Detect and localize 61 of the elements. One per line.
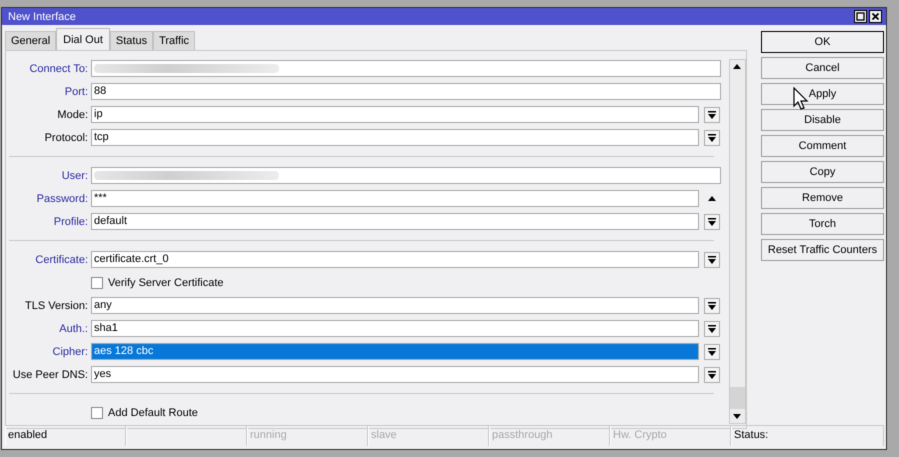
field-label: Port: <box>64 86 89 98</box>
field-label: Mode: <box>56 108 89 120</box>
input-field[interactable] <box>91 167 721 184</box>
status-cell: passthrough <box>489 426 610 446</box>
button[interactable]: Copy <box>761 161 884 183</box>
tab[interactable]: Status <box>110 31 154 50</box>
mouse-cursor-icon <box>793 87 809 111</box>
input-field[interactable]: default <box>91 213 699 230</box>
dropdown-icon[interactable] <box>704 106 720 122</box>
checkbox[interactable] <box>91 406 103 418</box>
input-field[interactable]: tcp <box>91 129 699 146</box>
status-cell: running <box>247 426 368 446</box>
field-label: Profile: <box>52 216 89 228</box>
close-icon[interactable] <box>869 10 882 23</box>
status-cell: slave <box>368 426 489 446</box>
checkbox-label: Add Default Route <box>108 406 198 418</box>
tab[interactable]: Traffic <box>153 31 196 50</box>
button[interactable]: Reset Traffic Counters <box>761 239 884 261</box>
field-label: Auth.: <box>58 322 89 334</box>
input-field[interactable]: certificate.crt_0 <box>91 251 699 268</box>
scroll-thumb[interactable] <box>730 387 745 409</box>
dropdown-icon[interactable] <box>704 320 720 336</box>
status-cell: Status: <box>731 426 884 446</box>
tab[interactable]: Dial Out <box>56 28 110 50</box>
button[interactable]: Disable <box>761 109 884 131</box>
button[interactable]: OK <box>761 31 884 53</box>
input-field[interactable]: *** <box>91 190 699 207</box>
checkbox[interactable] <box>91 276 103 288</box>
field-label: Connect To: <box>28 62 89 74</box>
status-cell: enabled <box>5 426 126 446</box>
dropdown-icon[interactable] <box>704 366 720 382</box>
dropdown-icon[interactable] <box>704 298 720 314</box>
button[interactable]: Apply <box>761 83 884 105</box>
field-label: User: <box>60 170 89 182</box>
window-title: New Interface <box>8 10 76 22</box>
field-label: Protocol: <box>44 132 89 144</box>
dropdown-icon[interactable] <box>704 130 720 146</box>
field-label: Password: <box>36 192 89 204</box>
field-label: TLS Version: <box>24 300 89 312</box>
field-label: Certificate: <box>34 254 89 266</box>
scrollbar[interactable] <box>729 59 746 424</box>
button[interactable]: Remove <box>761 187 884 209</box>
button[interactable]: Cancel <box>761 57 884 79</box>
input-field[interactable]: 88 <box>91 83 721 100</box>
input-field[interactable]: any <box>91 297 699 314</box>
field-label: Cipher: <box>52 346 89 358</box>
input-field[interactable]: sha1 <box>91 320 699 337</box>
input-field[interactable]: yes <box>91 366 699 383</box>
checkbox-label: Verify Server Certificate <box>108 276 224 288</box>
dropdown-icon[interactable] <box>704 344 720 360</box>
maximize-icon[interactable] <box>854 10 867 23</box>
input-field[interactable]: aes 128 cbc <box>91 343 699 360</box>
dropdown-icon[interactable] <box>704 214 720 230</box>
dropdown-icon[interactable] <box>704 252 720 268</box>
field-label: Use Peer DNS: <box>12 368 89 380</box>
button[interactable]: Comment <box>761 135 884 157</box>
button[interactable]: Torch <box>761 213 884 235</box>
status-cell: Hw. Crypto <box>610 426 731 446</box>
input-field[interactable] <box>91 60 721 77</box>
tab[interactable]: General <box>5 31 56 50</box>
input-field[interactable]: ip <box>91 106 699 123</box>
